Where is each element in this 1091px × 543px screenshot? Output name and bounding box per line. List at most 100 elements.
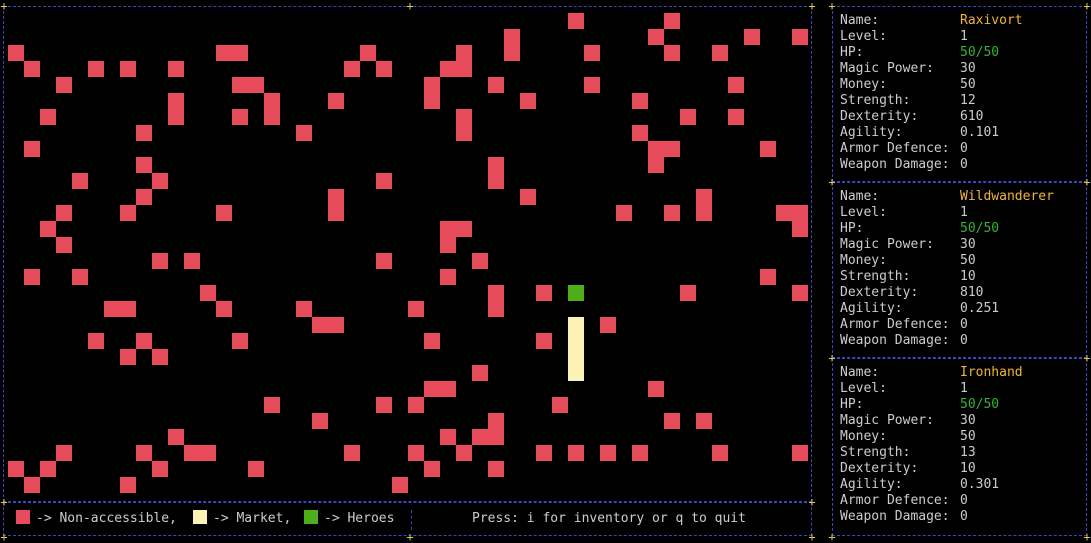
- stat-value: 12: [960, 93, 976, 108]
- non-accessible-tile: [488, 173, 504, 189]
- non-accessible-tile: [120, 205, 136, 221]
- corner-plus: +: [406, 530, 414, 543]
- stat-label: Name:: [840, 13, 880, 28]
- non-accessible-tile: [376, 253, 392, 269]
- hero-0-armor-defence-row: Armor Defence: 0: [840, 141, 968, 157]
- hero-1-agility-row: Agility: 0.251: [840, 301, 999, 317]
- stat-label: Dexterity:: [840, 461, 919, 476]
- stat-value: 0: [960, 317, 968, 332]
- non-accessible-tile: [56, 237, 72, 253]
- non-accessible-tile: [472, 253, 488, 269]
- stat-label: Agility:: [840, 301, 903, 316]
- non-accessible-tile: [264, 109, 280, 125]
- hero-1-weapon-damage-row: Weapon Damage: 0: [840, 333, 968, 349]
- stat-label: Magic Power:: [840, 61, 934, 76]
- hero-0-weapon-damage-row: Weapon Damage: 0: [840, 157, 968, 173]
- stat-value: 0: [960, 509, 968, 524]
- corner-plus: +: [808, 495, 816, 509]
- corner-plus: +: [828, 175, 836, 189]
- stat-label: Weapon Damage:: [840, 157, 950, 172]
- non-accessible-tile: [40, 109, 56, 125]
- non-accessible-tile: [40, 461, 56, 477]
- hero-2-level-row: Level: 1: [840, 381, 968, 397]
- hero-2-weapon-damage-row: Weapon Damage: 0: [840, 509, 968, 525]
- stat-value: 810: [960, 285, 984, 300]
- corner-plus: +: [406, 0, 414, 13]
- map-grid[interactable]: [8, 13, 808, 493]
- stat-value: 50: [960, 253, 976, 268]
- non-accessible-tile: [488, 285, 504, 301]
- stat-label: Money:: [840, 429, 887, 444]
- stat-value: Raxivort: [960, 13, 1023, 28]
- non-accessible-tile: [120, 301, 136, 317]
- non-accessible-tile: [168, 429, 184, 445]
- hero-1-name-row: Name: Wildwanderer: [840, 189, 1054, 205]
- stat-value: 30: [960, 413, 976, 428]
- non-accessible-tile: [664, 413, 680, 429]
- corner-plus: +: [1083, 351, 1091, 365]
- non-accessible-tile: [136, 125, 152, 141]
- stat-label: Weapon Damage:: [840, 333, 950, 348]
- legend-non-accessible-label: -> Non-accessible,: [36, 511, 177, 526]
- non-accessible-tile: [120, 61, 136, 77]
- hero-swatch: [304, 510, 318, 524]
- hero-1-level-row: Level: 1: [840, 205, 968, 221]
- non-accessible-tile: [584, 45, 600, 61]
- non-accessible-tile: [456, 45, 472, 61]
- non-accessible-tile: [216, 205, 232, 221]
- non-accessible-tile: [136, 157, 152, 173]
- non-accessible-tile: [120, 477, 136, 493]
- non-accessible-tile: [472, 365, 488, 381]
- stat-value: 0.251: [960, 301, 1000, 316]
- non-accessible-tile: [408, 301, 424, 317]
- non-accessible-tile: [24, 269, 40, 285]
- corner-plus: +: [828, 0, 836, 13]
- non-accessible-tile: [728, 109, 744, 125]
- non-accessible-tile: [104, 301, 120, 317]
- non-accessible-tile: [376, 61, 392, 77]
- stat-value: 50/50: [960, 397, 1000, 412]
- non-accessible-tile: [424, 381, 440, 397]
- non-accessible-tile: [152, 349, 168, 365]
- non-accessible-tile: [152, 173, 168, 189]
- non-accessible-tile: [504, 45, 520, 61]
- hero-2-strength-row: Strength: 13: [840, 445, 976, 461]
- hero-1-magic-power-row: Magic Power: 30: [840, 237, 976, 253]
- non-accessible-tile: [72, 269, 88, 285]
- non-accessible-tile: [456, 221, 472, 237]
- non-accessible-tile: [456, 125, 472, 141]
- corner-plus: +: [0, 530, 8, 543]
- stat-value: 0: [960, 333, 968, 348]
- non-accessible-swatch: [16, 510, 30, 524]
- stat-value: 30: [960, 61, 976, 76]
- stat-value: 50: [960, 429, 976, 444]
- stat-label: Magic Power:: [840, 413, 934, 428]
- hero-0-name-row: Name: Raxivort: [840, 13, 1023, 29]
- non-accessible-tile: [232, 45, 248, 61]
- non-accessible-tile: [712, 445, 728, 461]
- stat-label: Level:: [840, 205, 887, 220]
- non-accessible-tile: [24, 477, 40, 493]
- non-accessible-tile: [264, 93, 280, 109]
- stat-value: Wildwanderer: [960, 189, 1054, 204]
- non-accessible-tile: [440, 429, 456, 445]
- non-accessible-tile: [248, 77, 264, 93]
- non-accessible-tile: [200, 445, 216, 461]
- non-accessible-tile: [328, 93, 344, 109]
- non-accessible-tile: [536, 285, 552, 301]
- non-accessible-tile: [568, 445, 584, 461]
- non-accessible-tile: [344, 445, 360, 461]
- stat-label: Dexterity:: [840, 285, 919, 300]
- non-accessible-tile: [600, 317, 616, 333]
- non-accessible-tile: [328, 205, 344, 221]
- non-accessible-tile: [424, 93, 440, 109]
- non-accessible-tile: [440, 221, 456, 237]
- legend-divider: [411, 510, 412, 530]
- non-accessible-tile: [296, 301, 312, 317]
- stat-value: 1: [960, 381, 968, 396]
- hero-0-strength-row: Strength: 12: [840, 93, 976, 109]
- non-accessible-tile: [24, 141, 40, 157]
- non-accessible-tile: [136, 189, 152, 205]
- non-accessible-tile: [488, 413, 504, 429]
- corner-plus: +: [1083, 175, 1091, 189]
